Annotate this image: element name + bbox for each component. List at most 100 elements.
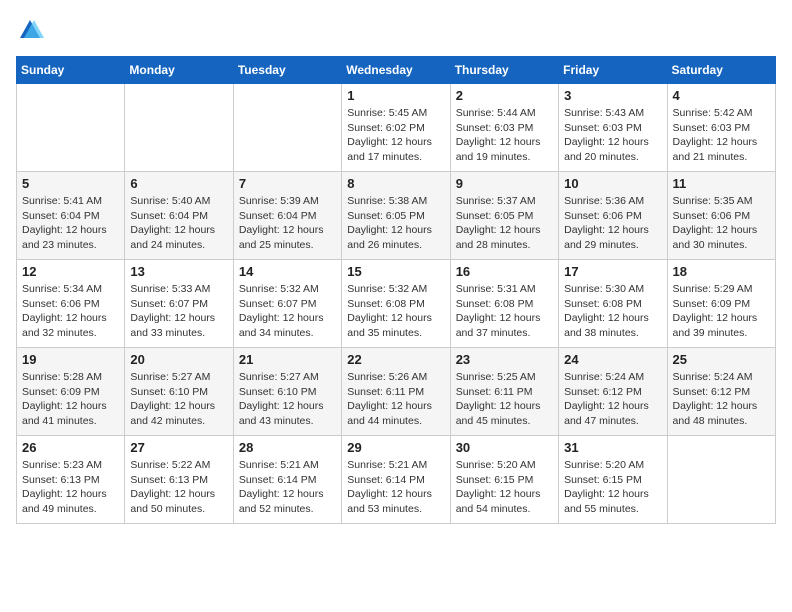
day-info: Sunrise: 5:34 AM Sunset: 6:06 PM Dayligh… [22, 282, 119, 341]
calendar-cell [125, 84, 233, 172]
calendar-table: SundayMondayTuesdayWednesdayThursdayFrid… [16, 56, 776, 524]
logo [16, 16, 48, 44]
day-info: Sunrise: 5:22 AM Sunset: 6:13 PM Dayligh… [130, 458, 227, 517]
calendar-cell: 22Sunrise: 5:26 AM Sunset: 6:11 PM Dayli… [342, 348, 450, 436]
day-info: Sunrise: 5:43 AM Sunset: 6:03 PM Dayligh… [564, 106, 661, 165]
day-info: Sunrise: 5:32 AM Sunset: 6:08 PM Dayligh… [347, 282, 444, 341]
day-info: Sunrise: 5:25 AM Sunset: 6:11 PM Dayligh… [456, 370, 553, 429]
calendar-cell: 27 Sunrise: 5:22 AM Sunset: 6:13 PM Dayli… [125, 436, 233, 524]
day-info: Sunrise: 5:21 AM Sunset: 6:14 PM Dayligh… [239, 458, 336, 517]
day-number: 3 [564, 88, 661, 103]
day-number: 20 [130, 352, 227, 367]
calendar-week-3: 12 Sunrise: 5:34 AM Sunset: 6:06 PM Dayli… [17, 260, 776, 348]
day-number: 15 [347, 264, 444, 279]
day-number: 5 [22, 176, 119, 191]
calendar-week-2: 5 Sunrise: 5:41 AM Sunset: 6:04 PM Daylig… [17, 172, 776, 260]
day-number: 19 [22, 352, 119, 367]
calendar-cell: 15 Sunrise: 5:32 AM Sunset: 6:08 PM Dayli… [342, 260, 450, 348]
calendar-cell: 11 Sunrise: 5:35 AM Sunset: 6:06 PM Dayli… [667, 172, 775, 260]
day-number: 18 [673, 264, 770, 279]
day-number: 27 [130, 440, 227, 455]
weekday-header-friday: Friday [559, 57, 667, 84]
weekday-header-thursday: Thursday [450, 57, 558, 84]
calendar-cell: 17 Sunrise: 5:30 AM Sunset: 6:08 PM Dayli… [559, 260, 667, 348]
day-info: Sunrise: 5:21 AM Sunset: 6:14 PM Dayligh… [347, 458, 444, 517]
calendar-cell: 18Sunrise: 5:29 AM Sunset: 6:09 PM Dayli… [667, 260, 775, 348]
calendar-cell: 30Sunrise: 5:20 AM Sunset: 6:15 PM Dayli… [450, 436, 558, 524]
day-info: Sunrise: 5:32 AM Sunset: 6:07 PM Dayligh… [239, 282, 336, 341]
day-info: Sunrise: 5:39 AM Sunset: 6:04 PM Dayligh… [239, 194, 336, 253]
day-number: 24 [564, 352, 661, 367]
calendar-cell: 25 Sunrise: 5:24 AM Sunset: 6:12 PM Dayli… [667, 348, 775, 436]
day-info: Sunrise: 5:27 AM Sunset: 6:10 PM Dayligh… [130, 370, 227, 429]
day-info: Sunrise: 5:42 AM Sunset: 6:03 PM Dayligh… [673, 106, 770, 165]
day-info: Sunrise: 5:37 AM Sunset: 6:05 PM Dayligh… [456, 194, 553, 253]
calendar-cell [233, 84, 341, 172]
weekday-header-monday: Monday [125, 57, 233, 84]
calendar-cell: 14 Sunrise: 5:32 AM Sunset: 6:07 PM Dayli… [233, 260, 341, 348]
day-number: 7 [239, 176, 336, 191]
day-info: Sunrise: 5:20 AM Sunset: 6:15 PM Dayligh… [456, 458, 553, 517]
day-number: 1 [347, 88, 444, 103]
calendar-cell: 26 Sunrise: 5:23 AM Sunset: 6:13 PM Dayli… [17, 436, 125, 524]
day-info: Sunrise: 5:30 AM Sunset: 6:08 PM Dayligh… [564, 282, 661, 341]
day-info: Sunrise: 5:23 AM Sunset: 6:13 PM Dayligh… [22, 458, 119, 517]
calendar-cell: 6 Sunrise: 5:40 AM Sunset: 6:04 PM Daylig… [125, 172, 233, 260]
day-info: Sunrise: 5:40 AM Sunset: 6:04 PM Dayligh… [130, 194, 227, 253]
calendar-cell: 16Sunrise: 5:31 AM Sunset: 6:08 PM Dayli… [450, 260, 558, 348]
calendar-cell: 12 Sunrise: 5:34 AM Sunset: 6:06 PM Dayli… [17, 260, 125, 348]
day-info: Sunrise: 5:44 AM Sunset: 6:03 PM Dayligh… [456, 106, 553, 165]
calendar-cell: 29 Sunrise: 5:21 AM Sunset: 6:14 PM Dayli… [342, 436, 450, 524]
weekday-header-wednesday: Wednesday [342, 57, 450, 84]
calendar-header: SundayMondayTuesdayWednesdayThursdayFrid… [17, 57, 776, 84]
day-info: Sunrise: 5:20 AM Sunset: 6:15 PM Dayligh… [564, 458, 661, 517]
day-info: Sunrise: 5:28 AM Sunset: 6:09 PM Dayligh… [22, 370, 119, 429]
calendar-cell: 1 Sunrise: 5:45 AM Sunset: 6:02 PM Daylig… [342, 84, 450, 172]
day-info: Sunrise: 5:27 AM Sunset: 6:10 PM Dayligh… [239, 370, 336, 429]
day-info: Sunrise: 5:38 AM Sunset: 6:05 PM Dayligh… [347, 194, 444, 253]
calendar-cell: 5 Sunrise: 5:41 AM Sunset: 6:04 PM Daylig… [17, 172, 125, 260]
day-number: 2 [456, 88, 553, 103]
calendar-cell: 13Sunrise: 5:33 AM Sunset: 6:07 PM Dayli… [125, 260, 233, 348]
day-info: Sunrise: 5:36 AM Sunset: 6:06 PM Dayligh… [564, 194, 661, 253]
day-number: 9 [456, 176, 553, 191]
calendar-cell: 20 Sunrise: 5:27 AM Sunset: 6:10 PM Dayli… [125, 348, 233, 436]
day-number: 22 [347, 352, 444, 367]
day-info: Sunrise: 5:24 AM Sunset: 6:12 PM Dayligh… [673, 370, 770, 429]
calendar-cell: 4 Sunrise: 5:42 AM Sunset: 6:03 PM Daylig… [667, 84, 775, 172]
day-info: Sunrise: 5:24 AM Sunset: 6:12 PM Dayligh… [564, 370, 661, 429]
calendar-cell: 31 Sunrise: 5:20 AM Sunset: 6:15 PM Dayli… [559, 436, 667, 524]
calendar-cell: 23 Sunrise: 5:25 AM Sunset: 6:11 PM Dayli… [450, 348, 558, 436]
day-number: 4 [673, 88, 770, 103]
day-number: 12 [22, 264, 119, 279]
day-number: 21 [239, 352, 336, 367]
weekday-header-saturday: Saturday [667, 57, 775, 84]
calendar-week-1: 1 Sunrise: 5:45 AM Sunset: 6:02 PM Daylig… [17, 84, 776, 172]
day-number: 29 [347, 440, 444, 455]
calendar-cell: 10 Sunrise: 5:36 AM Sunset: 6:06 PM Dayli… [559, 172, 667, 260]
day-info: Sunrise: 5:41 AM Sunset: 6:04 PM Dayligh… [22, 194, 119, 253]
calendar-cell: 3 Sunrise: 5:43 AM Sunset: 6:03 PM Daylig… [559, 84, 667, 172]
day-number: 16 [456, 264, 553, 279]
day-number: 6 [130, 176, 227, 191]
calendar-cell: 2 Sunrise: 5:44 AM Sunset: 6:03 PM Daylig… [450, 84, 558, 172]
calendar-cell [667, 436, 775, 524]
day-number: 28 [239, 440, 336, 455]
day-info: Sunrise: 5:45 AM Sunset: 6:02 PM Dayligh… [347, 106, 444, 165]
day-number: 31 [564, 440, 661, 455]
day-number: 25 [673, 352, 770, 367]
day-number: 23 [456, 352, 553, 367]
day-info: Sunrise: 5:35 AM Sunset: 6:06 PM Dayligh… [673, 194, 770, 253]
day-number: 13 [130, 264, 227, 279]
day-number: 11 [673, 176, 770, 191]
day-number: 26 [22, 440, 119, 455]
day-number: 17 [564, 264, 661, 279]
calendar-cell: 19 Sunrise: 5:28 AM Sunset: 6:09 PM Dayli… [17, 348, 125, 436]
page-header [16, 16, 776, 44]
day-number: 14 [239, 264, 336, 279]
calendar-cell: 8Sunrise: 5:38 AM Sunset: 6:05 PM Daylig… [342, 172, 450, 260]
calendar-week-4: 19 Sunrise: 5:28 AM Sunset: 6:09 PM Dayli… [17, 348, 776, 436]
calendar-cell: 24 Sunrise: 5:24 AM Sunset: 6:12 PM Dayli… [559, 348, 667, 436]
day-number: 10 [564, 176, 661, 191]
weekday-header-sunday: Sunday [17, 57, 125, 84]
